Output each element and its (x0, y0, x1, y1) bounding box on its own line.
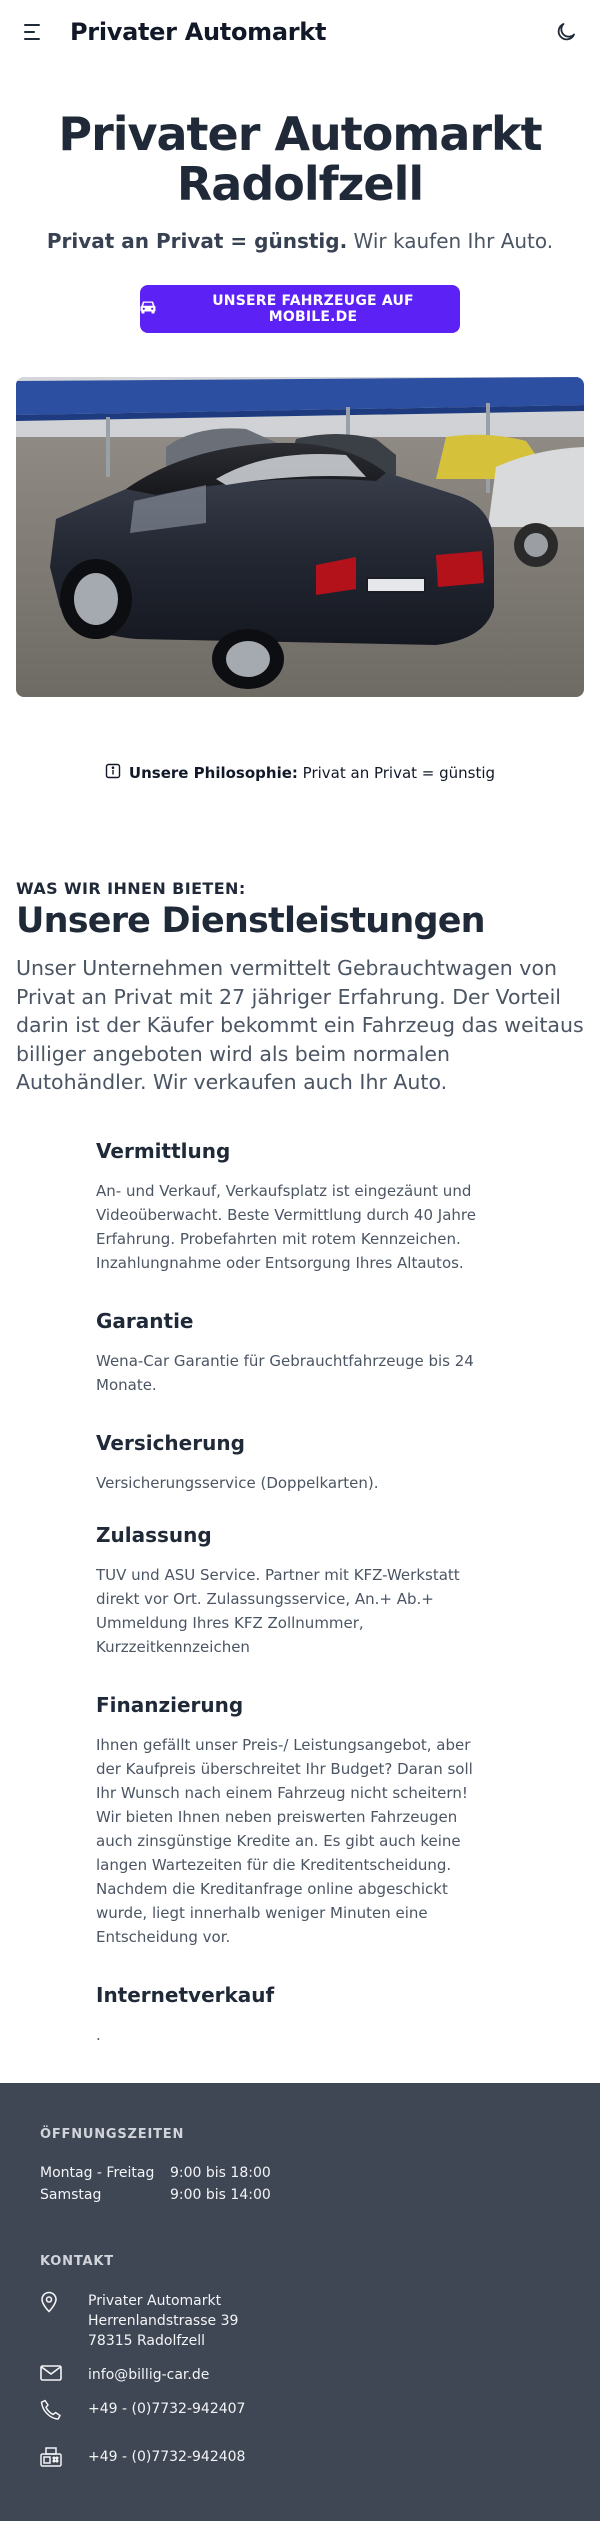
service-item-vermittlung: Vermittlung An- und Verkauf, Verkaufspla… (96, 1139, 476, 1275)
tagline-rest: Wir kaufen Ihr Auto. (347, 229, 554, 253)
services-eyebrow: WAS WIR IHNEN BIETEN: (16, 879, 246, 898)
contact-fax: +49 - (0)7732-942408 (40, 2446, 560, 2467)
service-text: Versicherungsservice (Doppelkarten). (96, 1473, 379, 1492)
mobile-de-button-label: Unsere Fahrzeuge auf mobile.de (212, 293, 414, 325)
service-item-versicherung: Versicherung Versicherungsservice (Doppe… (96, 1431, 476, 1495)
service-text: An- und Verkauf, Verkaufsplatz ist einge… (96, 1181, 476, 1272)
hero-car-photo (16, 377, 584, 697)
hours-day: Samstag (40, 2186, 102, 2203)
services-intro: Unser Unternehmen vermittelt Gebrauchtwa… (16, 956, 584, 1094)
mail-icon (40, 2364, 88, 2381)
opening-hours: Montag - Freitag 9:00 bis 18:00 Samstag … (40, 2162, 560, 2206)
hours-time: 9:00 bis 18:00 (170, 2164, 271, 2181)
service-text: . (96, 2025, 101, 2044)
service-title: Finanzierung (96, 1692, 244, 1717)
top-navbar: Privater Automarkt (0, 0, 600, 64)
fax-icon (40, 2446, 88, 2467)
philosophy-line: Unsere Philosophie: Privat an Privat = g… (0, 763, 600, 783)
address-line1: Privater Automarkt (88, 2292, 222, 2309)
footer: Öffnungszeiten Montag - Freitag 9:00 bis… (0, 2082, 600, 2521)
service-item-internetverkauf: Internetverkauf . (96, 1983, 476, 2047)
info-icon (105, 763, 121, 783)
contact-email: info@billig-car.de (40, 2364, 560, 2385)
service-title: Versicherung (96, 1430, 245, 1455)
address-line3: 78315 Radolfzell (88, 2332, 205, 2349)
service-text: TUV und ASU Service. Partner mit KFZ-Wer… (96, 1565, 460, 1656)
menu-icon[interactable] (24, 24, 44, 40)
service-title: Zulassung (96, 1522, 212, 1547)
moon-icon[interactable] (554, 20, 578, 44)
hours-heading: Öffnungszeiten (40, 2126, 185, 2142)
tagline-bold: Privat an Privat = günstig. (46, 229, 348, 253)
email-link[interactable]: info@billig-car.de (88, 2365, 209, 2385)
services-section: WAS WIR IHNEN BIETEN: Unsere Dienstleist… (0, 783, 600, 2047)
mobile-de-button[interactable]: Unsere Fahrzeuge auf mobile.de (140, 285, 460, 333)
service-list: Vermittlung An- und Verkauf, Verkaufspla… (16, 1097, 476, 2047)
service-title: Garantie (96, 1308, 194, 1333)
hero-title-line2: Radolfzell (176, 157, 424, 211)
hours-time: 9:00 bis 14:00 (170, 2186, 271, 2203)
contact-address: Privater Automarkt Herrenlandstrasse 39 … (40, 2291, 560, 2351)
service-title: Vermittlung (96, 1138, 231, 1163)
service-item-garantie: Garantie Wena-Car Garantie für Gebraucht… (96, 1309, 476, 1397)
service-item-zulassung: Zulassung TUV und ASU Service. Partner m… (96, 1523, 476, 1659)
phone-link[interactable]: +49 - (0)7732-942407 (88, 2399, 245, 2419)
hero-title-line1: Privater Automarkt (58, 107, 542, 161)
phone-icon (40, 2399, 88, 2421)
service-text: Ihnen gefällt unser Preis-/ Leistungsang… (96, 1735, 473, 1946)
car-icon (140, 300, 156, 318)
services-title: Unsere Dienstleistungen (16, 901, 486, 941)
fax-number: +49 - (0)7732-942408 (88, 2448, 246, 2465)
hero-title: Privater Automarkt Radolfzell (20, 109, 580, 209)
service-title: Internetverkauf (96, 1982, 275, 2007)
service-item-finanzierung: Finanzierung Ihnen gefällt unser Preis-/… (96, 1693, 476, 1949)
hours-day: Montag - Freitag (40, 2164, 155, 2181)
address-line2: Herrenlandstrasse 39 (88, 2312, 239, 2329)
brand-title[interactable]: Privater Automarkt (70, 18, 326, 46)
hero-section: Privater Automarkt Radolfzell Privat an … (0, 64, 600, 333)
hero-tagline: Privat an Privat = günstig. Wir kaufen I… (20, 229, 580, 253)
hours-row: Samstag 9:00 bis 14:00 (40, 2184, 560, 2206)
service-text: Wena-Car Garantie für Gebrauchtfahrzeuge… (96, 1351, 474, 1394)
hours-row: Montag - Freitag 9:00 bis 18:00 (40, 2162, 560, 2184)
contact-list: Privater Automarkt Herrenlandstrasse 39 … (40, 2291, 560, 2467)
contact-phone: +49 - (0)7732-942407 (40, 2399, 560, 2421)
philosophy-text: Privat an Privat = günstig (297, 764, 496, 782)
philosophy-label: Unsere Philosophie: (128, 764, 298, 782)
map-pin-icon (40, 2291, 88, 2313)
contact-heading: Kontakt (40, 2253, 114, 2269)
